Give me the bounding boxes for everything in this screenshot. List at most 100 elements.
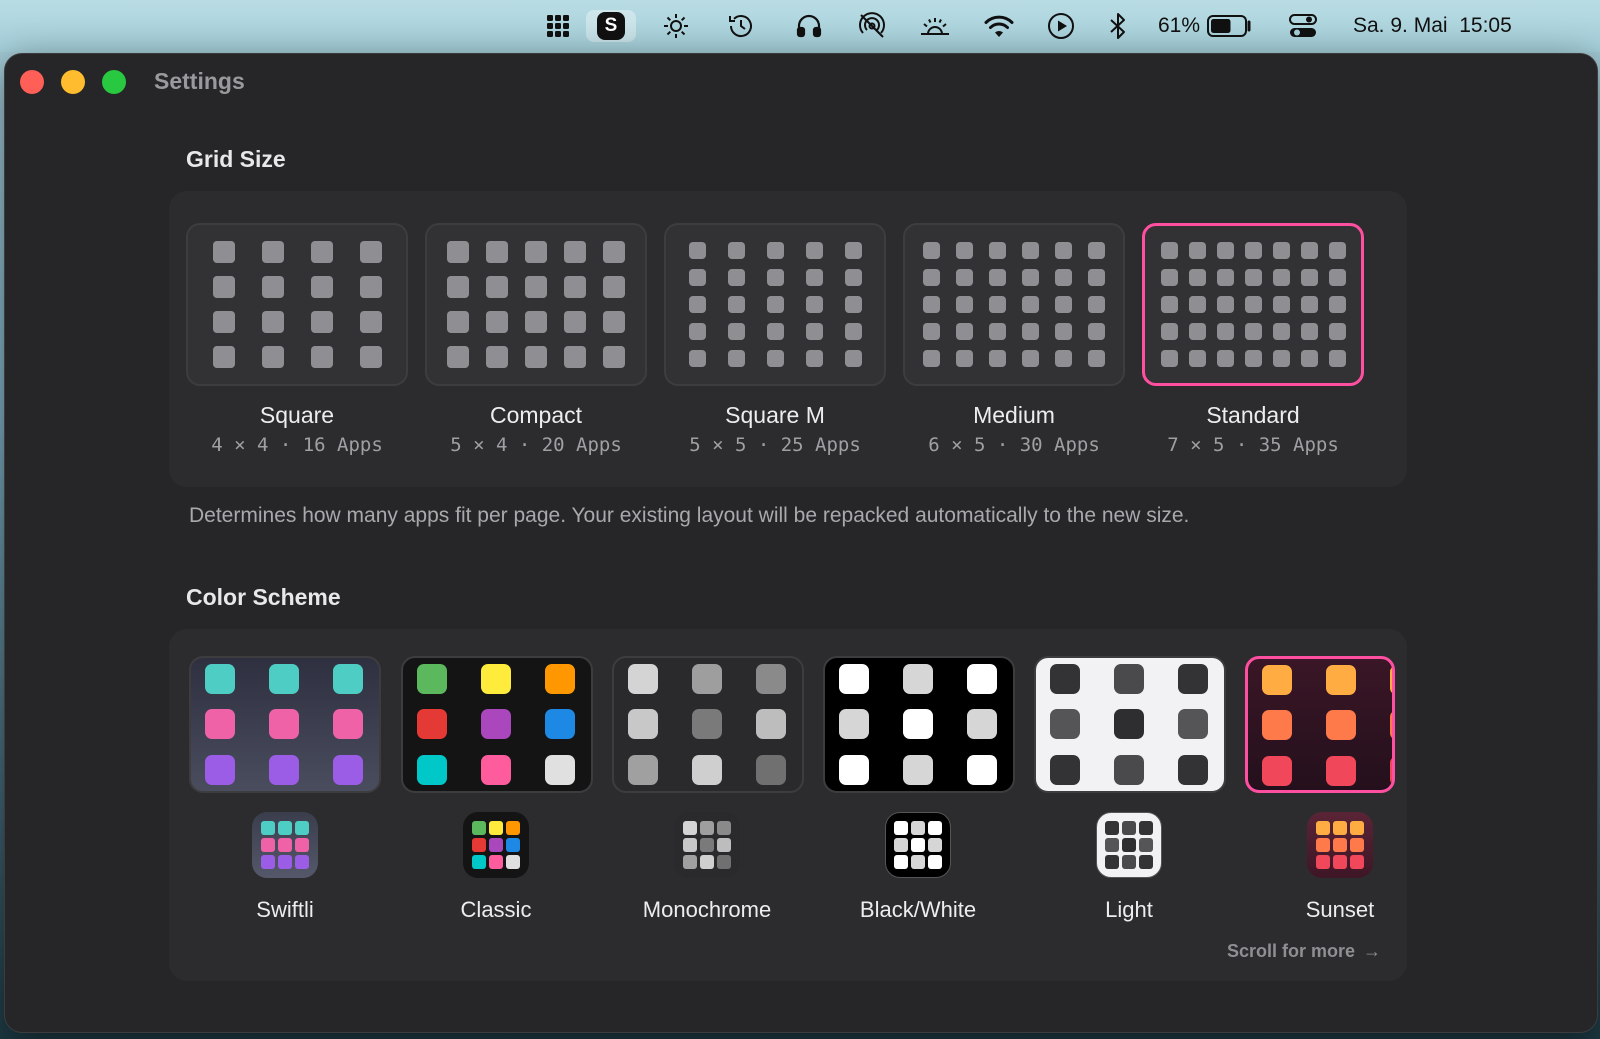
s-app-menu-icon[interactable]: S	[586, 10, 636, 42]
color-swatch	[839, 709, 869, 739]
grid-size-name: Medium	[973, 402, 1055, 428]
color-swatch	[481, 709, 511, 739]
color-scheme-option-light[interactable]	[1034, 656, 1226, 793]
time-machine-icon[interactable]	[725, 10, 757, 42]
grid-cell	[447, 311, 469, 333]
icon-grid	[261, 821, 309, 869]
grid-cell	[688, 350, 706, 367]
grid-cell	[1088, 269, 1105, 286]
minimize-window-button[interactable]	[61, 70, 85, 94]
headphones-icon[interactable]	[793, 10, 825, 42]
night-shift-icon[interactable]	[917, 10, 953, 42]
icon-swatch	[1105, 855, 1119, 869]
grid-cell	[1300, 242, 1318, 259]
grid-cell	[1022, 350, 1039, 367]
grid-cell	[564, 241, 586, 263]
light-app-icon	[1096, 812, 1162, 878]
battery-icon[interactable]	[1205, 10, 1255, 42]
grid-size-option-square-m[interactable]	[664, 223, 886, 386]
grid-cell	[1328, 269, 1346, 286]
icon-swatch	[1139, 821, 1153, 835]
grid-cell	[359, 311, 382, 333]
grid-cell	[1328, 296, 1346, 313]
brightness-icon[interactable]	[660, 10, 692, 42]
grid-cell	[310, 346, 333, 368]
grid-size-name: Square	[259, 402, 335, 428]
grid-cell	[1216, 269, 1234, 286]
color-scheme-option-black-white[interactable]	[823, 656, 1015, 793]
launchpad-icon[interactable]	[543, 10, 573, 42]
color-swatch	[545, 664, 575, 694]
close-window-button[interactable]	[20, 70, 44, 94]
grid-cell	[261, 311, 284, 333]
grid-cell	[1055, 242, 1072, 259]
color-swatch	[628, 755, 658, 785]
menu-bar: S 61% Sa. 9. Mai 15:05	[0, 0, 1600, 52]
color-swatch	[756, 755, 786, 785]
grid-size-option-compact[interactable]	[425, 223, 647, 386]
scroll-for-more-link[interactable]: Scroll for more →	[1227, 941, 1381, 962]
grid-size-option-square[interactable]	[186, 223, 408, 386]
sunset-app-icon	[1307, 812, 1373, 878]
icon-swatch	[1350, 838, 1364, 852]
grid-cell	[1272, 350, 1290, 367]
window-title: Settings	[154, 68, 245, 94]
grid-cell	[923, 296, 940, 313]
icon-grid	[683, 821, 731, 869]
color-swatch	[1262, 665, 1292, 695]
grid-cell	[1216, 323, 1234, 340]
grid-cell	[212, 311, 235, 333]
icon-swatch	[717, 855, 731, 869]
grid-cell	[1244, 350, 1262, 367]
icon-swatch	[506, 855, 520, 869]
color-scheme-option-monochrome[interactable]	[612, 656, 804, 793]
grid-cell	[805, 350, 823, 367]
grid-cell	[1188, 242, 1206, 259]
icon-swatch	[489, 855, 503, 869]
grid-cell	[923, 242, 940, 259]
grid-cell	[359, 276, 382, 298]
color-swatch	[628, 664, 658, 694]
color-swatch	[481, 664, 511, 694]
color-swatch	[967, 664, 997, 694]
grid-preview	[447, 241, 625, 368]
color-scheme-option-swiftli[interactable]	[189, 656, 381, 793]
zoom-window-button[interactable]	[102, 70, 126, 94]
grid-cell	[261, 276, 284, 298]
icon-swatch	[1333, 855, 1347, 869]
color-scheme-option-sunset[interactable]	[1245, 656, 1395, 793]
grid-cell	[766, 323, 784, 340]
grid-size-option-standard[interactable]	[1142, 223, 1364, 386]
menubar-clock[interactable]: Sa. 9. Mai 15:05	[1353, 10, 1539, 42]
airdrop-off-icon[interactable]	[855, 10, 889, 42]
color-swatch	[692, 664, 722, 694]
grid-cell	[212, 346, 235, 368]
icon-swatch	[506, 821, 520, 835]
icon-swatch	[894, 838, 908, 852]
wifi-icon[interactable]	[982, 10, 1016, 42]
color-swatch	[481, 755, 511, 785]
color-swatch	[205, 664, 235, 694]
grid-cell	[1216, 350, 1234, 367]
icon-swatch	[911, 855, 925, 869]
grid-cell	[261, 241, 284, 263]
grid-cell	[447, 276, 469, 298]
grid-size-option-medium[interactable]	[903, 223, 1125, 386]
grid-cell	[1300, 269, 1318, 286]
color-scheme-scroller[interactable]	[189, 654, 1405, 799]
color-swatch	[1050, 709, 1080, 739]
grid-cell	[923, 323, 940, 340]
now-playing-icon[interactable]	[1045, 10, 1077, 42]
control-center-icon[interactable]	[1287, 10, 1319, 42]
grid-cell	[359, 346, 382, 368]
bluetooth-icon[interactable]	[1105, 10, 1131, 42]
color-scheme-option-classic[interactable]	[401, 656, 593, 793]
grid-cell	[1088, 323, 1105, 340]
color-swatch	[1178, 755, 1208, 785]
grid-cell	[727, 242, 745, 259]
grid-cell	[844, 350, 862, 367]
grid-cell	[1272, 323, 1290, 340]
grid-cell	[989, 242, 1006, 259]
color-swatch	[205, 755, 235, 785]
settings-window: Settings Grid Size Determines how many a…	[4, 53, 1598, 1033]
